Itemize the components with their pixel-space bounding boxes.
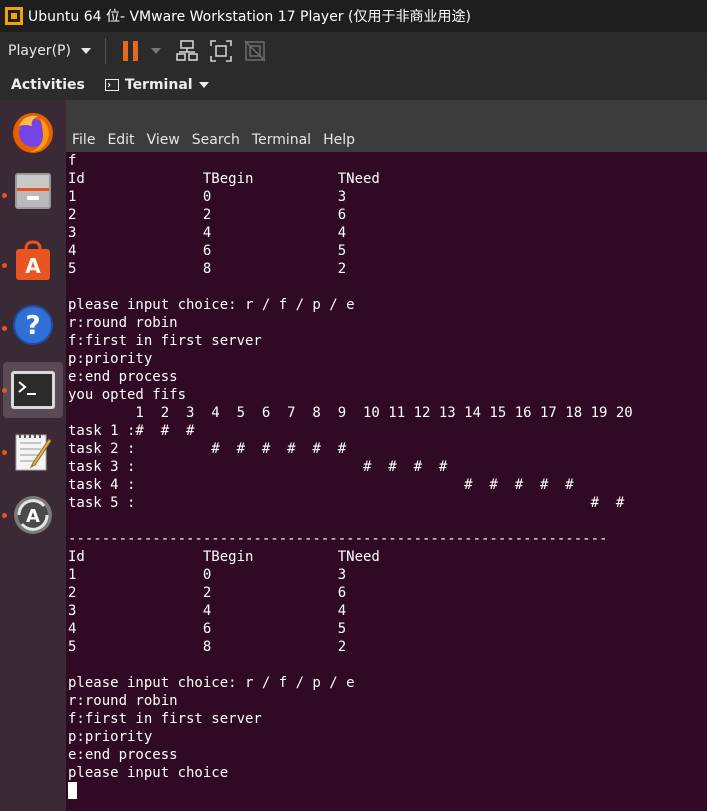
dock-item-files[interactable] bbox=[8, 166, 58, 216]
terminal-line: 1 0 3 bbox=[68, 189, 347, 205]
terminal-line: r:round robin bbox=[68, 693, 178, 709]
svg-text:A: A bbox=[26, 506, 40, 527]
chevron-down-icon bbox=[198, 82, 209, 88]
running-indicator bbox=[2, 513, 7, 518]
fullscreen-button[interactable] bbox=[206, 38, 236, 64]
terminal-line: 5 8 2 bbox=[68, 639, 347, 655]
gnome-top-bar: Activities Terminal bbox=[0, 70, 707, 100]
terminal-line: 2 2 6 bbox=[68, 585, 347, 601]
terminal-line: 4 6 5 bbox=[68, 243, 347, 259]
unity-mode-button[interactable] bbox=[240, 38, 270, 64]
terminal-line: p:priority bbox=[68, 729, 153, 745]
terminal-line: Id TBegin TNeed bbox=[68, 549, 380, 565]
app-menu-button[interactable]: Terminal bbox=[104, 77, 209, 93]
terminal-line: please input choice bbox=[68, 765, 229, 781]
fullscreen-icon bbox=[210, 40, 232, 62]
terminal-line: task 3 : # # # # bbox=[68, 459, 448, 475]
terminal-line: e:end process bbox=[68, 747, 178, 763]
terminal-cursor bbox=[68, 782, 77, 799]
menu-help[interactable]: Help bbox=[323, 132, 355, 148]
dock-item-text-editor[interactable] bbox=[8, 426, 58, 476]
running-indicator bbox=[2, 326, 7, 331]
toolbar-divider bbox=[104, 38, 106, 64]
terminal-line: f:first in first server bbox=[68, 333, 262, 349]
svg-text:A: A bbox=[25, 254, 41, 278]
vmware-title-bar: Ubuntu 64 位- VMware Workstation 17 Playe… bbox=[0, 0, 707, 32]
terminal-line: f:first in first server bbox=[68, 711, 262, 727]
running-indicator bbox=[2, 263, 7, 268]
firefox-icon bbox=[13, 113, 53, 153]
svg-text:?: ? bbox=[25, 311, 40, 341]
terminal-line: you opted fifs bbox=[68, 387, 187, 403]
player-menu-button[interactable]: Player(P) bbox=[8, 43, 91, 59]
dock-item-software[interactable]: A bbox=[8, 236, 58, 286]
terminal-output[interactable]: f Id TBegin TNeed 1 0 3 2 2 6 3 4 4 4 6 … bbox=[66, 152, 707, 811]
terminal-line: 5 8 2 bbox=[68, 261, 347, 277]
terminal-app-icon bbox=[104, 79, 119, 91]
dock-item-help[interactable]: ? bbox=[8, 300, 58, 350]
player-menu-label: Player(P) bbox=[8, 43, 71, 59]
pause-button[interactable] bbox=[116, 38, 146, 64]
terminal-line: p:priority bbox=[68, 351, 153, 367]
running-indicator bbox=[2, 193, 7, 198]
help-icon: ? bbox=[13, 305, 53, 345]
network-devices-icon bbox=[176, 40, 198, 61]
terminal-line: 4 6 5 bbox=[68, 621, 347, 637]
files-icon bbox=[15, 173, 51, 209]
terminal-line: 1 2 3 4 5 6 7 8 9 10 11 12 13 14 15 16 1… bbox=[68, 405, 633, 421]
dock-item-terminal[interactable] bbox=[3, 362, 63, 418]
terminal-line: 2 2 6 bbox=[68, 207, 347, 223]
terminal-line: r:round robin bbox=[68, 315, 178, 331]
terminal-header-gap bbox=[66, 100, 707, 128]
terminal-icon bbox=[11, 371, 55, 409]
app-menu-label: Terminal bbox=[124, 77, 193, 93]
terminal-line: 3 4 4 bbox=[68, 225, 347, 241]
terminal-line: f bbox=[68, 153, 77, 169]
terminal-line: task 1 :# # # bbox=[68, 423, 195, 439]
window-title: Ubuntu 64 位- VMware Workstation 17 Playe… bbox=[28, 9, 471, 25]
terminal-line: e:end process bbox=[68, 369, 178, 385]
chevron-down-icon bbox=[150, 48, 161, 54]
running-indicator bbox=[2, 388, 7, 393]
menu-view[interactable]: View bbox=[147, 132, 180, 148]
terminal-line: task 4 : # # # # # bbox=[68, 477, 574, 493]
text-editor-icon bbox=[15, 434, 52, 471]
vmware-logo-icon bbox=[5, 7, 23, 25]
terminal-line: task 2 : # # # # # # bbox=[68, 441, 347, 457]
vmware-toolbar: Player(P) bbox=[0, 32, 707, 70]
software-icon: A bbox=[16, 240, 50, 280]
running-indicator bbox=[2, 450, 7, 455]
terminal-line: ----------------------------------------… bbox=[68, 531, 608, 547]
menu-edit[interactable]: Edit bbox=[107, 132, 134, 148]
terminal-line: please input choice: r / f / p / e bbox=[68, 297, 355, 313]
terminal-line: 1 0 3 bbox=[68, 567, 347, 583]
pause-options-button[interactable] bbox=[150, 38, 162, 64]
dock: A ? A bbox=[0, 100, 66, 811]
terminal-line: 3 4 4 bbox=[68, 603, 347, 619]
software-updater-icon: A bbox=[14, 496, 52, 534]
dock-item-firefox[interactable] bbox=[8, 108, 58, 158]
terminal-menubar: File Edit View Search Terminal Help bbox=[66, 128, 707, 152]
unity-icon bbox=[244, 40, 266, 62]
menu-file[interactable]: File bbox=[72, 132, 95, 148]
menu-terminal[interactable]: Terminal bbox=[252, 132, 311, 148]
pause-icon bbox=[122, 41, 138, 61]
removable-devices-button[interactable] bbox=[172, 38, 202, 64]
terminal-line: task 5 : # # bbox=[68, 495, 625, 511]
dock-item-software-updater[interactable]: A bbox=[8, 490, 58, 540]
activities-button[interactable]: Activities bbox=[11, 77, 85, 93]
chevron-down-icon bbox=[80, 48, 91, 54]
terminal-line: Id TBegin TNeed bbox=[68, 171, 380, 187]
menu-search[interactable]: Search bbox=[192, 132, 240, 148]
terminal-line: please input choice: r / f / p / e bbox=[68, 675, 355, 691]
